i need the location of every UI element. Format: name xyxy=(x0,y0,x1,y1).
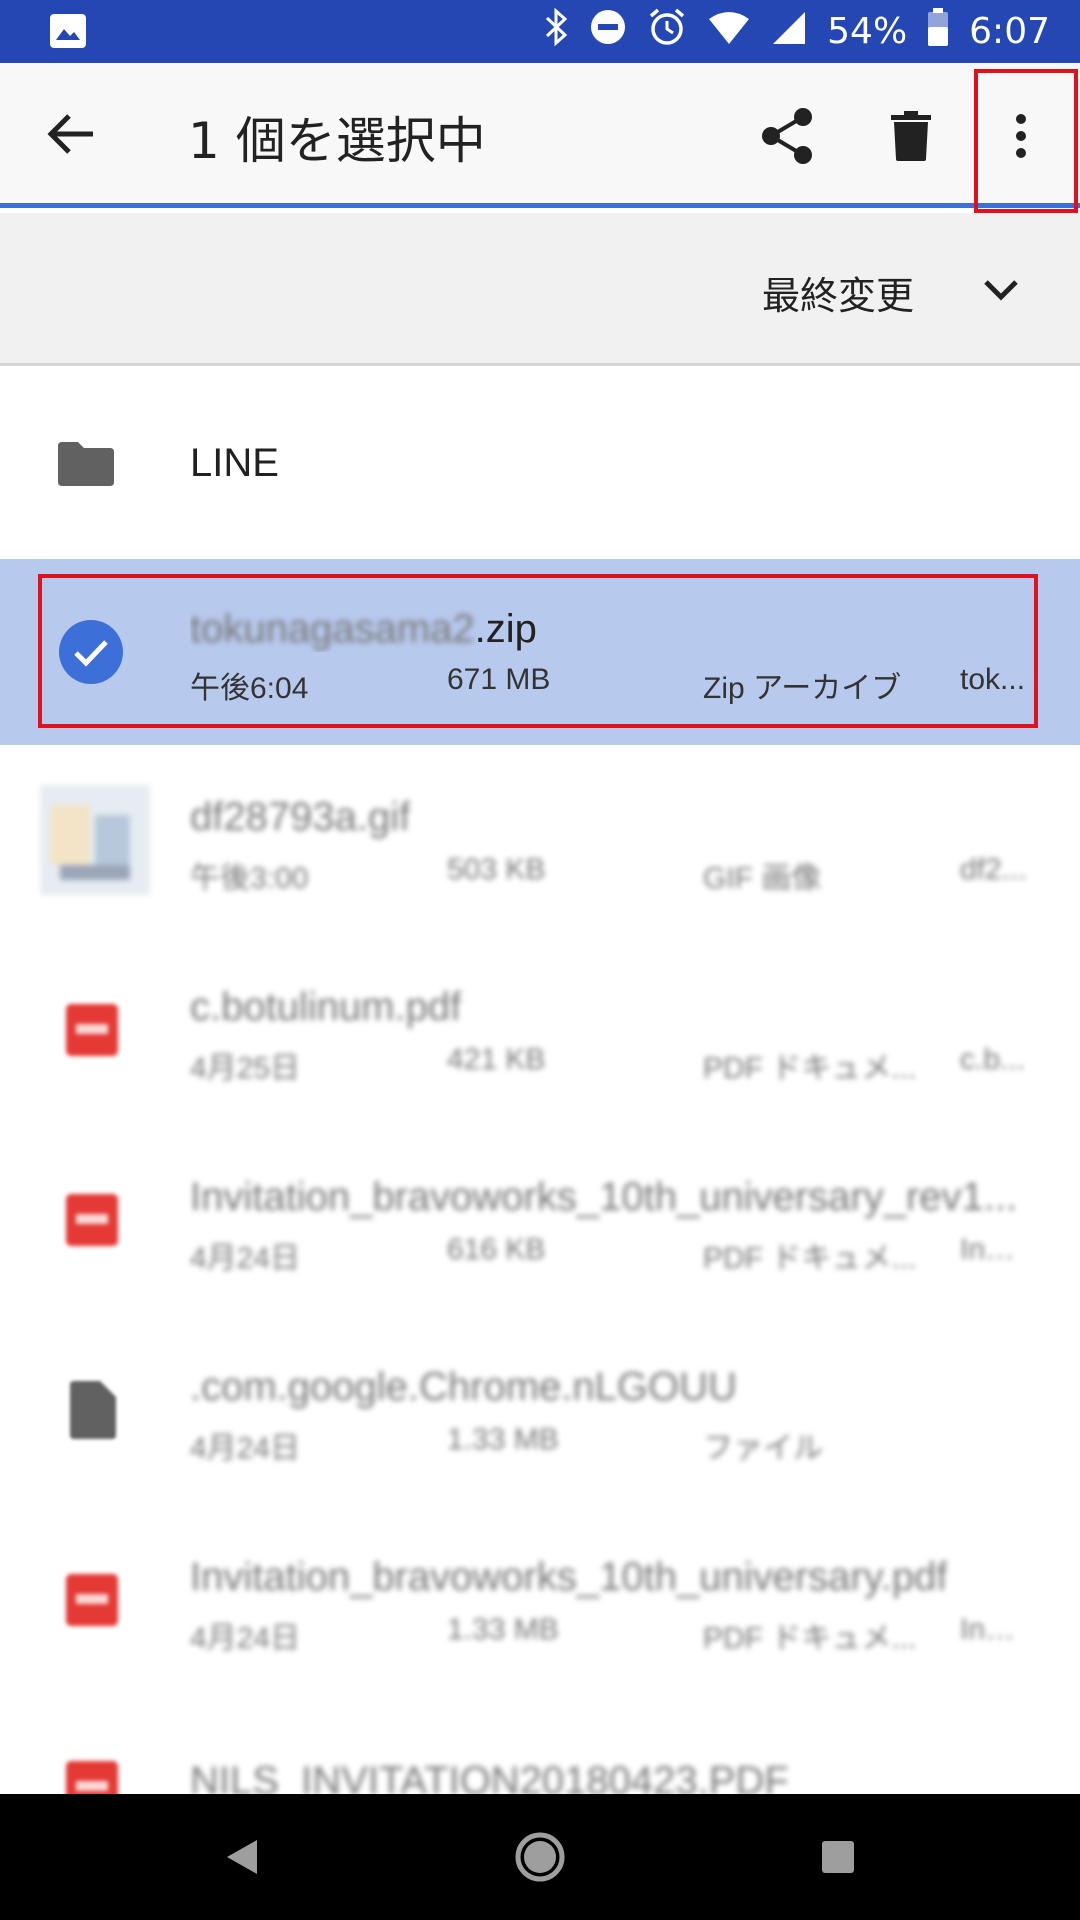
file-name: Invitation_bravoworks_10th_universary_re… xyxy=(190,1175,1018,1219)
do-not-disturb-icon xyxy=(589,8,627,55)
file-meta: 4月24日 1.33 MB PDF ドキュメ... Invi... xyxy=(190,1613,1030,1655)
pdf-icon xyxy=(66,1004,118,1056)
share-icon xyxy=(762,108,812,164)
app-bar: 1 個を選択中 xyxy=(0,63,1080,208)
delete-button[interactable] xyxy=(876,101,946,171)
nav-back-icon xyxy=(227,1840,257,1874)
signal-icon xyxy=(771,10,807,54)
battery-percent: 54% xyxy=(827,11,908,52)
file-name: c.botulinum.pdf xyxy=(190,985,462,1029)
sort-label: 最終変更 xyxy=(762,274,915,318)
clock: 6:07 xyxy=(969,11,1050,52)
file-meta: 4月25日 421 KB PDF ドキュメ... c.b... xyxy=(190,1043,1026,1085)
highlight-box-selected xyxy=(38,574,1038,728)
list-item[interactable]: NILS_INVITATION20180423.PDF xyxy=(0,1695,1080,1794)
back-arrow-icon xyxy=(47,114,93,154)
file-name: .com.google.Chrome.nLGOUU xyxy=(190,1365,737,1409)
navigation-bar xyxy=(0,1794,1080,1920)
file-name: NILS_INVITATION20180423.PDF xyxy=(190,1759,789,1794)
wifi-icon xyxy=(707,10,751,54)
chevron-down-icon[interactable] xyxy=(983,278,1019,302)
list-item[interactable]: .com.google.Chrome.nLGOUU 4月24日 1.33 MB … xyxy=(0,1315,1080,1505)
back-button[interactable] xyxy=(38,101,104,167)
folder-icon xyxy=(58,442,114,486)
battery-icon xyxy=(927,7,949,56)
nav-recents-button[interactable] xyxy=(778,1794,898,1920)
image-thumbnail xyxy=(40,785,150,895)
list-item-folder[interactable]: LINE xyxy=(0,369,1080,559)
alarm-icon xyxy=(647,7,687,56)
list-item[interactable]: Invitation_bravoworks_10th_universary_re… xyxy=(0,1125,1080,1315)
list-item[interactable]: df28793a.gif 午後3:00 503 KB GIF 画像 df2... xyxy=(0,745,1080,935)
bluetooth-icon xyxy=(543,7,569,56)
folder-name: LINE xyxy=(190,441,279,485)
highlight-box-more xyxy=(974,69,1078,213)
delete-icon xyxy=(891,111,931,161)
status-bar: 54% 6:07 xyxy=(0,0,1080,63)
file-meta: 4月24日 616 KB PDF ドキュメ... Invi... xyxy=(190,1233,1030,1275)
nav-home-button[interactable] xyxy=(480,1794,600,1920)
nav-home-icon xyxy=(515,1832,565,1882)
share-button[interactable] xyxy=(752,101,822,171)
file-name: Invitation_bravoworks_10th_universary.pd… xyxy=(190,1555,948,1599)
file-icon xyxy=(70,1381,116,1439)
file-meta: 4月24日 1.33 MB ファイル xyxy=(190,1423,823,1465)
pdf-icon xyxy=(66,1761,118,1794)
sort-bar[interactable]: 最終変更 xyxy=(0,213,1080,366)
nav-back-button[interactable] xyxy=(182,1794,302,1920)
image-icon xyxy=(50,14,86,48)
list-item[interactable]: Invitation_bravoworks_10th_universary.pd… xyxy=(0,1505,1080,1695)
file-meta: 午後3:00 503 KB GIF 画像 df2... xyxy=(190,853,1027,895)
pdf-icon xyxy=(66,1194,118,1246)
nav-recents-icon xyxy=(822,1841,854,1873)
list-item[interactable]: c.botulinum.pdf 4月25日 421 KB PDF ドキュメ...… xyxy=(0,935,1080,1125)
page-title: 1 個を選択中 xyxy=(188,112,486,170)
status-icons: 54% 6:07 xyxy=(543,0,1050,63)
file-name: df28793a.gif xyxy=(190,795,411,839)
pdf-icon xyxy=(66,1574,118,1626)
